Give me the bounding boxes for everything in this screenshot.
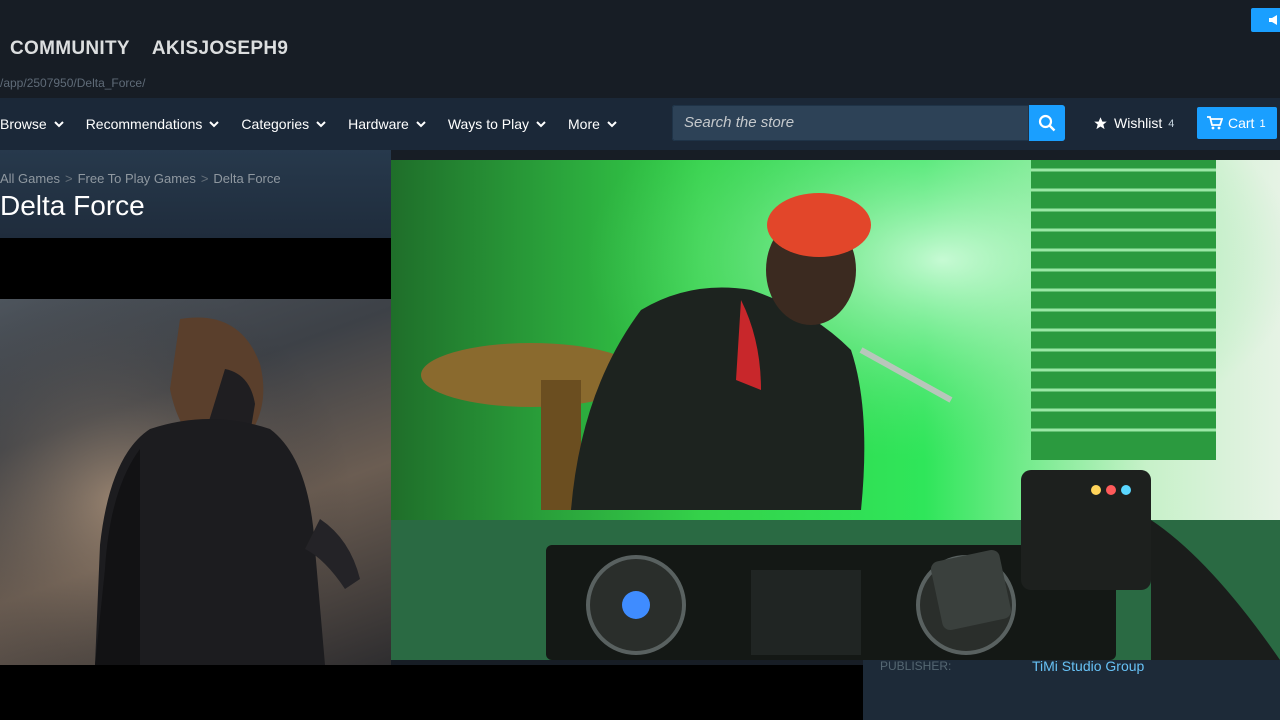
chevron-down-icon <box>209 120 220 127</box>
store-nav-bar: Browse Recommendations Categories Hardwa… <box>0 98 1280 150</box>
publisher-link[interactable]: TiMi Studio Group <box>1032 658 1144 674</box>
chevron-down-icon <box>536 120 546 127</box>
cart-button[interactable]: Cart 1 <box>1197 107 1277 139</box>
media-letterbox <box>0 238 391 299</box>
chevron-down-icon <box>53 120 64 127</box>
megaphone-icon <box>1269 15 1277 25</box>
page-title: Delta Force <box>0 190 145 221</box>
soldier-artwork <box>0 299 391 665</box>
menu-recommendations[interactable]: Recommendations <box>86 116 220 132</box>
menu-label: More <box>568 116 600 132</box>
search-box: Search the store <box>672 105 1065 141</box>
wishlist-label: Wishlist <box>1114 115 1163 131</box>
webcam-scene <box>391 160 1280 660</box>
search-input[interactable]: Search the store <box>672 105 1029 141</box>
wishlist-count: 4 <box>1168 118 1175 130</box>
menu-label: Browse <box>0 116 47 132</box>
menu-browse[interactable]: Browse <box>0 116 64 132</box>
menu-hardware[interactable]: Hardware <box>348 116 426 132</box>
breadcrumb-delta-force[interactable]: Delta Force <box>213 171 280 186</box>
global-header: COMMUNITY AKISJOSEPH9 /app/2507950/Delta… <box>0 0 1280 98</box>
webcam-overlay <box>391 160 1280 660</box>
chevron-down-icon <box>416 120 426 127</box>
wishlist-link[interactable]: Wishlist 4 <box>1093 115 1174 131</box>
chevron-down-icon <box>316 120 326 127</box>
menu-label: Hardware <box>348 116 409 132</box>
store-menu: Browse Recommendations Categories Hardwa… <box>0 98 639 150</box>
star-icon <box>1094 116 1107 129</box>
url-path: /app/2507950/Delta_Force/ <box>0 76 146 90</box>
page-bottom-band <box>0 665 863 720</box>
global-nav: COMMUNITY AKISJOSEPH9 <box>10 38 288 60</box>
menu-label: Recommendations <box>85 116 203 132</box>
search-icon <box>1038 114 1056 132</box>
cart-label: Cart <box>1228 115 1255 131</box>
search-button[interactable] <box>1029 105 1065 141</box>
breadcrumb-separator: > <box>64 171 73 186</box>
menu-label: Ways to Play <box>447 116 529 132</box>
game-hero-image[interactable] <box>0 299 391 665</box>
cart-icon <box>1207 116 1223 130</box>
cart-count: 1 <box>1259 118 1266 130</box>
menu-label: Categories <box>241 116 310 132</box>
notification-button[interactable] <box>1251 8 1280 32</box>
breadcrumb-free-to-play[interactable]: Free To Play Games <box>78 171 196 186</box>
breadcrumb-separator: > <box>200 171 209 186</box>
breadcrumb: All Games > Free To Play Games > Delta F… <box>0 171 281 186</box>
username-link[interactable]: AKISJOSEPH9 <box>152 38 288 60</box>
menu-ways-to-play[interactable]: Ways to Play <box>448 116 546 132</box>
menu-categories[interactable]: Categories <box>241 116 326 132</box>
menu-more[interactable]: More <box>568 116 617 132</box>
breadcrumb-all-games[interactable]: All Games <box>0 171 60 186</box>
publisher-label: PUBLISHER: <box>880 659 952 673</box>
community-link[interactable]: COMMUNITY <box>10 38 130 60</box>
chevron-down-icon <box>607 120 617 127</box>
